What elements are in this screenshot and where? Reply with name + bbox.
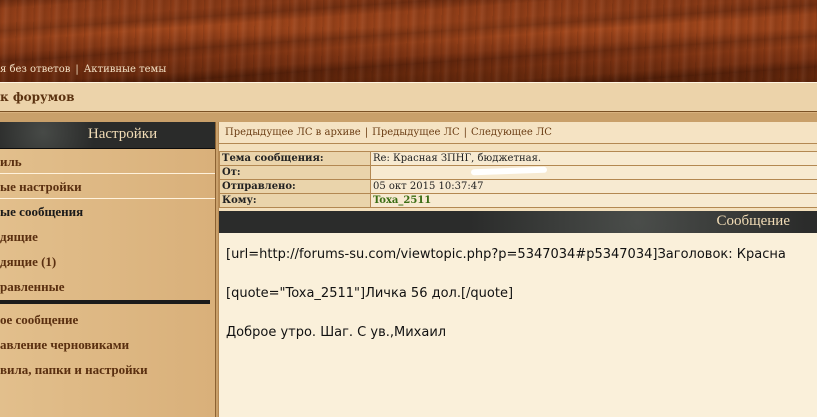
message-body: [url=http://forums-su.com/viewtopic.php?… <box>219 233 817 417</box>
sidebar-item-profile[interactable]: иль <box>0 149 215 174</box>
redaction-mark <box>470 166 548 176</box>
separator: | <box>364 127 369 138</box>
breadcrumb-bar: к форумов <box>0 82 817 112</box>
message-navigation: Предыдущее ЛС в архиве | Предыдущее ЛС | Сле… <box>219 122 817 144</box>
sidebar-item-drafts[interactable]: авление черновиками <box>0 332 215 357</box>
spacer <box>219 144 817 151</box>
separator: | <box>463 127 467 138</box>
sidebar-item-compose[interactable]: ое сообщение <box>0 307 215 332</box>
forum-index-link[interactable]: к форумов <box>0 90 75 104</box>
unanswered-topics-link[interactable]: я без ответов <box>0 64 70 75</box>
message-header-table: Тема сообщения: Re: Красная ЗПНГ, бюджет… <box>219 151 817 208</box>
message-title: Сообщение <box>219 211 817 233</box>
message-line: Доброе утро. Шаг. С ув.,Михаил <box>226 325 447 340</box>
subject-label: Тема сообщения: <box>219 151 371 166</box>
message-line: [url=http://forums-su.com/viewtopic.php?… <box>226 247 786 262</box>
from-row: От: <box>219 165 817 180</box>
to-label: Кому: <box>219 193 371 208</box>
ucp-sidebar: Настройки иль ые настройки ые сообщения … <box>0 122 216 417</box>
active-topics-link[interactable]: Активные темы <box>84 64 167 75</box>
sidebar-item-board-preferences[interactable]: ые настройки <box>0 174 215 199</box>
to-row: Кому: Toxa_2511 <box>219 193 817 208</box>
sidebar-title: Настройки <box>0 122 215 149</box>
sidebar-menu: иль ые настройки ые сообщения дящие дящи… <box>0 149 215 382</box>
sidebar-item-private-messages[interactable]: ые сообщения <box>0 199 215 224</box>
sidebar-item-sent[interactable]: равленные <box>0 274 215 299</box>
message-panel: Предыдущее ЛС в архиве | Предыдущее ЛС | Сле… <box>218 122 817 417</box>
sidebar-divider <box>0 300 210 304</box>
subject-value: Re: Красная ЗПНГ, бюджетная. <box>370 151 817 166</box>
page-content: Настройки иль ые настройки ые сообщения … <box>0 113 817 417</box>
recipient-link[interactable]: Toxa_2511 <box>370 193 817 208</box>
from-value-redacted <box>370 165 817 180</box>
sent-value: 05 окт 2015 10:37:47 <box>370 179 817 194</box>
from-label: От: <box>219 165 371 180</box>
sidebar-item-outbox[interactable]: дящие (1) <box>0 249 215 274</box>
separator: | <box>75 64 79 75</box>
message-line: [quote="Toxa_2511"]Личка 56 дол.[/quote] <box>226 286 514 301</box>
sent-row: Отправлено: 05 окт 2015 10:37:47 <box>219 179 817 194</box>
wood-header-banner: я без ответов | Активные темы <box>0 0 817 82</box>
subject-row: Тема сообщения: Re: Красная ЗПНГ, бюджет… <box>219 151 817 166</box>
next-message-link[interactable]: Следующее ЛС <box>471 127 552 138</box>
sidebar-item-rules-folders[interactable]: вила, папки и настройки <box>0 357 215 382</box>
prev-message-link[interactable]: Предыдущее ЛС <box>372 127 460 138</box>
top-links: я без ответов | Активные темы <box>0 64 166 78</box>
sent-label: Отправлено: <box>219 179 371 194</box>
sidebar-item-inbox[interactable]: дящие <box>0 224 215 249</box>
prev-archive-link[interactable]: Предыдущее ЛС в архиве <box>225 127 361 138</box>
